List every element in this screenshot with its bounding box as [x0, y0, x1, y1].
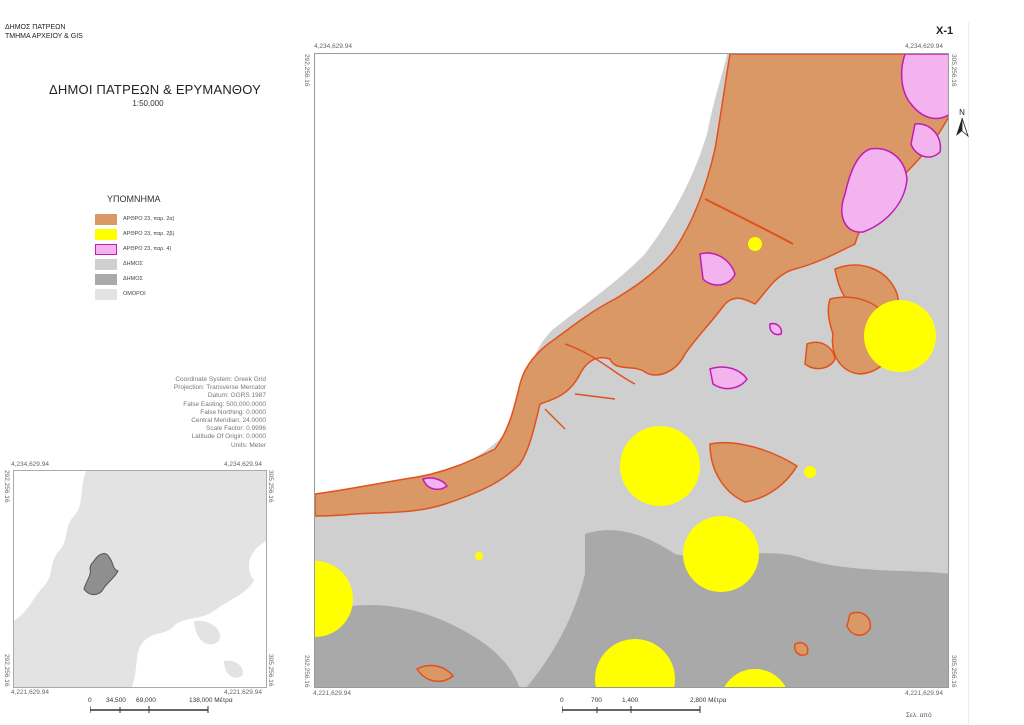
legend-swatch	[95, 258, 117, 270]
map-scale: 1:50,000	[132, 99, 164, 108]
crs-line: Scale Factor: 0.9996	[206, 425, 266, 433]
main-scalebar-graphic	[562, 706, 701, 713]
legend-swatch	[95, 228, 117, 240]
legend-item-art23-2b: ΑΡΘΡΟ 23, παρ. 2β)	[95, 228, 174, 240]
yellow-zone	[683, 516, 759, 592]
scalebar-label: 34,500	[106, 697, 126, 704]
crs-line: Units: Meter	[230, 441, 266, 449]
legend-item-art23-4: ΑΡΘΡΟ 23, παρ. 4)	[95, 243, 171, 255]
organization-header: ΔΗΜΟΣ ΠΑΤΡΕΩΝ ΤΜΗΜΑ ΑΡΧΕΙΟΥ & GIS	[5, 23, 83, 41]
main-coord-left-bottom: 292,256.16	[303, 655, 310, 688]
legend-label: ΑΡΘΡΟ 23, παρ. 2α)	[123, 216, 175, 222]
legend-label: ΔΗΜΟΣ	[123, 261, 143, 267]
org-line-1: ΔΗΜΟΣ ΠΑΤΡΕΩΝ	[5, 24, 66, 31]
legend-item-art23-2a: ΑΡΘΡΟ 23, παρ. 2α)	[95, 213, 174, 225]
yellow-zone	[475, 552, 483, 560]
crs-line: Datum: GGRS 1987	[207, 392, 266, 400]
crs-line: Coordinate System: Greek Grid	[175, 376, 266, 383]
crs-line: Projection: Transverse Mercator	[173, 384, 266, 392]
orange-zone	[846, 611, 872, 636]
crs-line: False Easting: 500,000.0000	[183, 400, 266, 408]
inset-map-canvas	[14, 471, 266, 687]
yellow-zone	[748, 237, 762, 251]
legend-item-municipality: ΔΗΜΟΣ	[95, 258, 143, 270]
legend-title: ΥΠΟΜΝΗΜΑ	[107, 194, 161, 204]
main-coord-bottom-left: 4,221,629.94	[313, 690, 351, 697]
north-arrow-right-half	[961, 117, 969, 138]
north-arrow-left-half	[956, 118, 962, 136]
legend-swatch	[95, 243, 117, 255]
main-scalebar: 0 700 1,400 2,800 Μέτρα	[560, 697, 760, 713]
inset-coord-right-top: 305,256.16	[267, 470, 274, 503]
main-coord-top-left: 4,234,629.94	[314, 43, 352, 50]
main-coord-right-top: 305,256.16	[950, 54, 957, 87]
scalebar-label: 69,000	[136, 697, 156, 704]
org-line-2: ΤΜΗΜΑ ΑΡΧΕΙΟΥ & GIS	[5, 33, 83, 40]
legend-label: ΑΡΘΡΟ 23, παρ. 4)	[123, 246, 172, 252]
scalebar-label: 2,800 Μέτρα	[690, 697, 727, 704]
main-coord-right-bottom: 305,256.16	[950, 655, 957, 688]
legend-item-municipality-dark: ΔΗΜΟΣ	[95, 273, 143, 285]
inset-scalebar: 0 34,500 69,000 138,000 Μέτρα	[88, 697, 268, 713]
legend-label: ΟΜΟΡΟΙ	[123, 291, 146, 297]
inset-coord-right-bottom: 305,256.16	[267, 654, 274, 687]
inset-scalebar-graphic	[90, 706, 209, 713]
page-footer: Σελ. από	[906, 712, 932, 719]
coordinate-system-info: Coordinate System: Greek Grid Projection…	[100, 376, 266, 450]
main-coord-left-top: 292,256.16	[303, 54, 310, 87]
scalebar-label: 138,000 Μέτρα	[189, 697, 233, 704]
main-map-canvas	[315, 54, 948, 687]
legend-item-neighbors: ΟΜΟΡΟΙ	[95, 288, 146, 300]
scalebar-label: 0	[88, 697, 92, 704]
inset-coord-bottom-right: 4,221,629.94	[224, 689, 262, 696]
yellow-zone	[804, 466, 816, 478]
yellow-zone	[620, 426, 700, 506]
scalebar-label: 700	[591, 697, 602, 704]
legend-swatch	[95, 273, 117, 285]
scalebar-label: 0	[560, 697, 564, 704]
inset-coord-top-left: 4,234,629.94	[11, 461, 49, 468]
inset-coord-bottom-left: 4,221,629.94	[11, 689, 49, 696]
inset-coord-top-right: 4,234,629.94	[224, 461, 262, 468]
map-title: ΔΗΜΟΙ ΠΑΤΡΕΩΝ & ΕΡΥΜΑΝΘΟΥ	[49, 82, 261, 97]
main-map[interactable]	[314, 53, 949, 688]
legend-label: ΑΡΘΡΟ 23, παρ. 2β)	[123, 231, 175, 237]
crs-line: False Northing: 0.0000	[200, 408, 266, 416]
crs-line: Central Meridian: 24.0000	[191, 417, 266, 425]
scalebar-label: 1,400	[622, 697, 639, 704]
orange-zone	[793, 642, 809, 656]
main-coord-top-right: 4,234,629.94	[905, 43, 943, 50]
inset-coord-left-bottom: 292,256.16	[3, 654, 10, 687]
sheet-number: X-1	[936, 25, 954, 37]
inset-coord-left-top: 292,256.16	[3, 470, 10, 503]
legend-swatch	[95, 288, 117, 300]
inset-overview-map[interactable]	[13, 470, 267, 688]
legend-swatch	[95, 213, 117, 225]
legend-label: ΔΗΜΟΣ	[123, 276, 143, 282]
north-arrow-icon: N	[956, 108, 969, 138]
yellow-zone	[864, 300, 936, 372]
crs-line: Latitude Of Origin: 0.0000	[191, 433, 266, 441]
north-label: N	[959, 108, 965, 117]
main-coord-bottom-right: 4,221,629.94	[905, 690, 943, 697]
